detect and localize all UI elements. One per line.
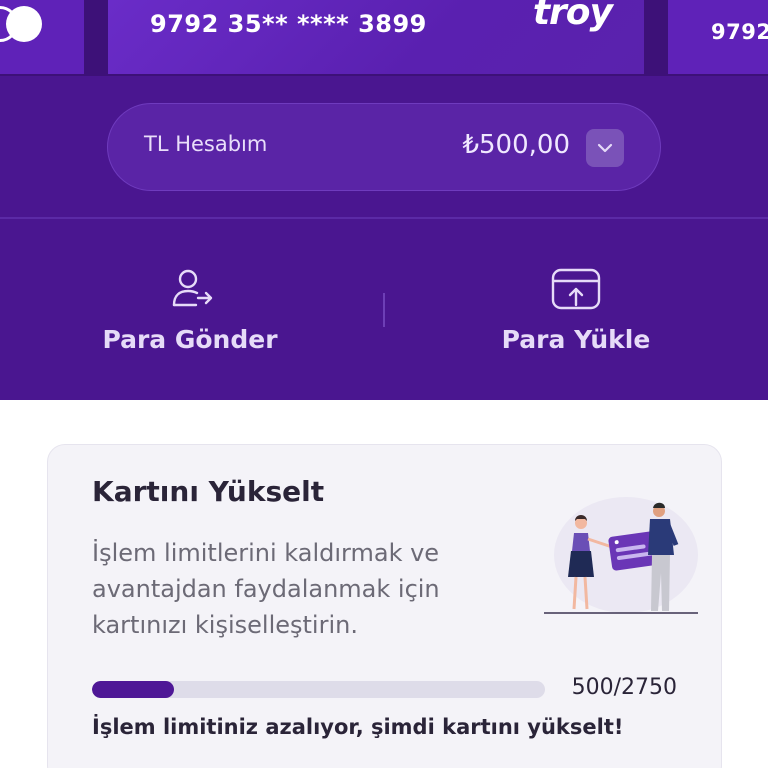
card-carousel[interactable]: 9792 35** **** 3899 troy 9792 [0,0,768,76]
progress-bar [92,681,545,698]
progress-fill [92,681,175,698]
card-number-partial: 9792 [711,20,768,44]
card-upload-icon [384,267,768,311]
limit-warning: İşlem limitiniz azalıyor, şimdi kartını … [92,715,624,739]
card-current[interactable]: 9792 35** **** 3899 troy [108,0,644,74]
load-money-label: Para Yükle [501,325,651,354]
account-selector[interactable]: TL Hesabım ₺500,00 [107,103,661,191]
account-header: 9792 35** **** 3899 troy 9792 TL Hesabım… [0,0,768,400]
card-previous[interactable] [0,0,84,74]
upgrade-card[interactable]: Kartını Yükselt İşlem limitlerini kaldır… [47,444,722,768]
user-arrow-icon [0,267,384,311]
progress-text: 500/2750 [571,675,677,700]
send-money-button[interactable]: Para Gönder [0,219,384,400]
card-number: 9792 35** **** 3899 [150,10,427,38]
load-money-button[interactable]: Para Yükle [384,219,768,400]
upgrade-illustration [538,495,703,615]
mastercard-logo-icon [0,6,46,42]
card-next[interactable]: 9792 [668,0,768,74]
account-balance: ₺500,00 [462,130,570,160]
account-label: TL Hesabım [144,132,268,156]
quick-actions: Para Gönder Para Yükle [0,219,768,400]
troy-logo: troy [532,0,613,33]
upgrade-title: Kartını Yükselt [92,475,325,508]
chevron-down-icon[interactable] [586,129,624,167]
upgrade-description: İşlem limitlerini kaldırmak ve avantajda… [92,539,440,639]
